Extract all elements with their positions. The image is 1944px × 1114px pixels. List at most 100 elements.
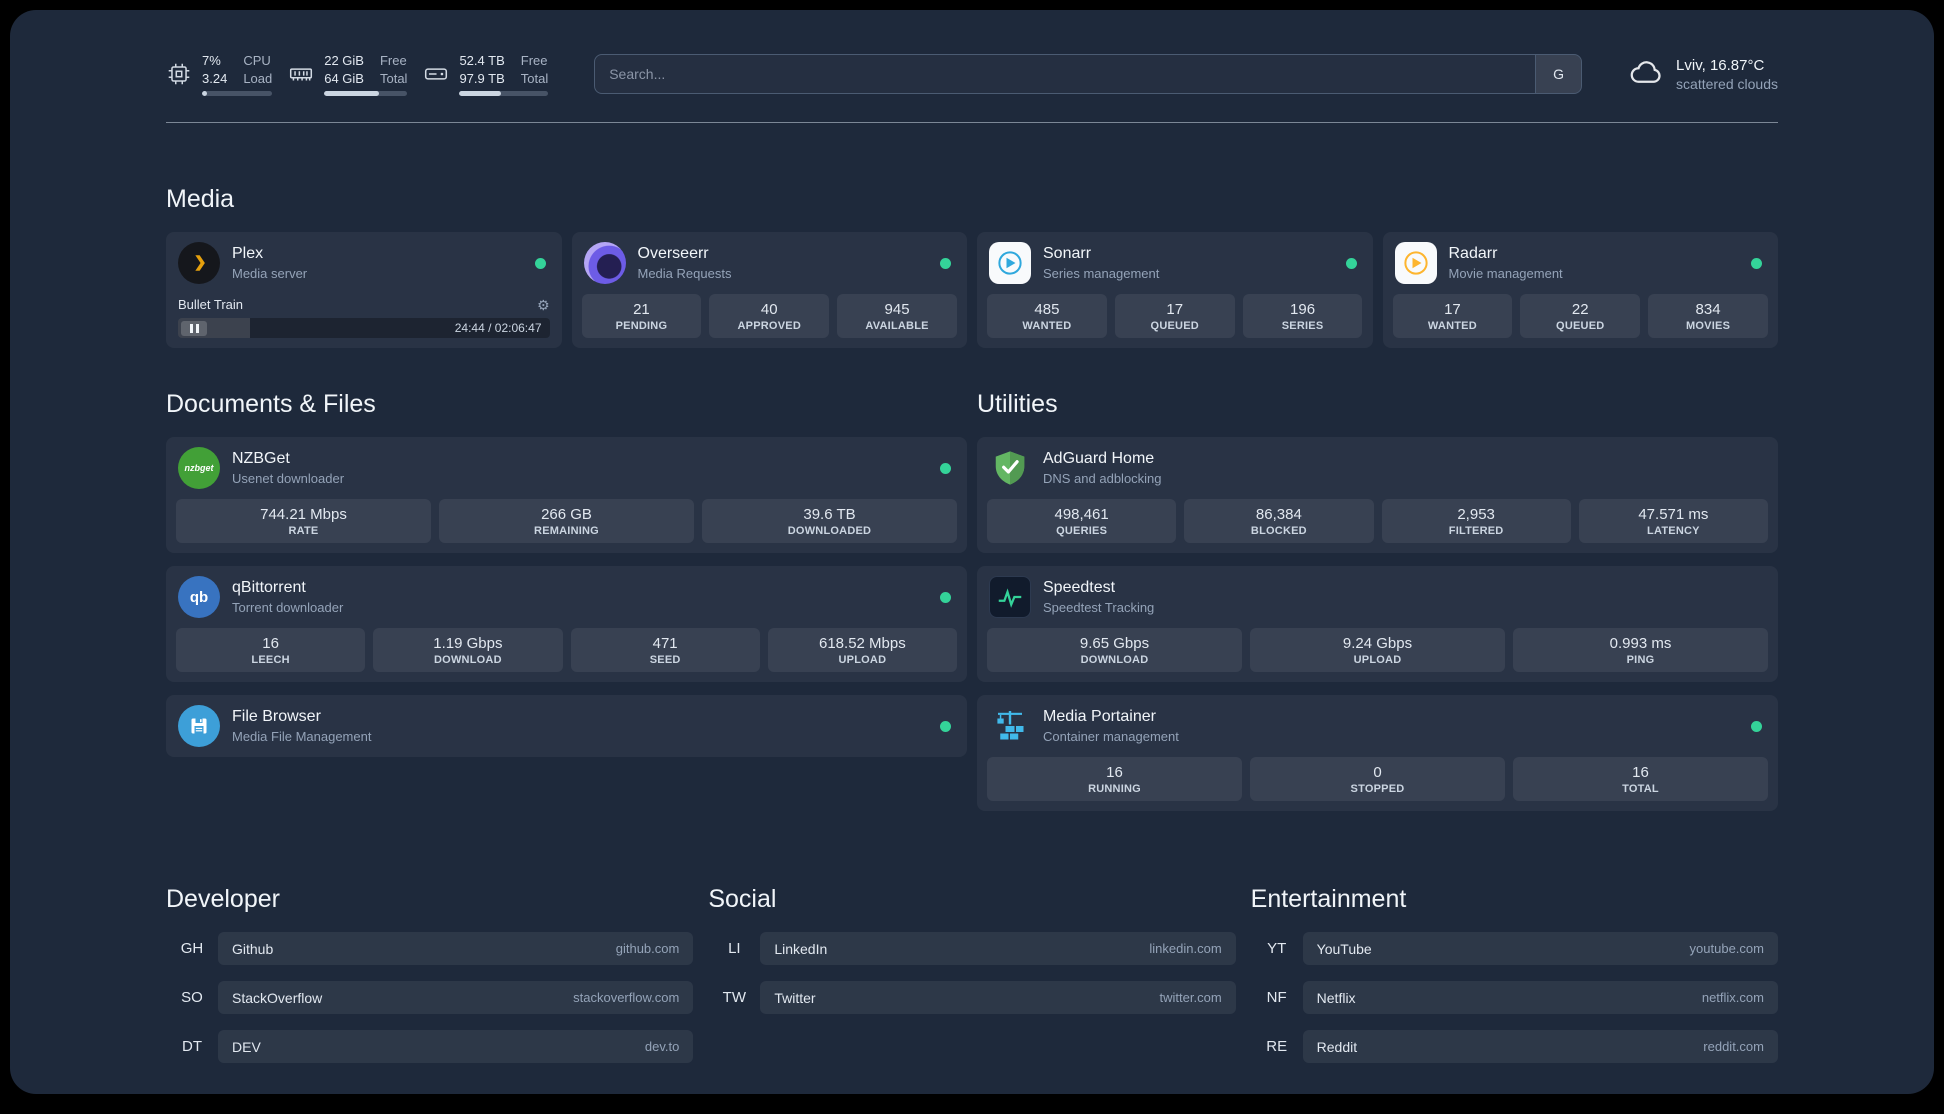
pause-button[interactable] [181,320,207,336]
stat-label: WANTED [1022,320,1072,333]
stat-pending: 21 PENDING [581,294,702,339]
stat-value: 16 [1632,764,1649,782]
now-playing-title: Bullet Train [178,297,244,313]
bookmark-youtube[interactable]: YT YouTube youtube.com [1251,932,1778,966]
overseerr-subtitle: Media Requests [637,266,732,282]
portainer-link[interactable]: Media Portainer Container management [977,695,1778,757]
stat-ping: 0.993 ms PING [1513,628,1768,673]
cpu-widget: 7% 3.24 CPU Load [166,52,273,97]
bookmark-stackoverflow[interactable]: SO StackOverflow stackoverflow.com [166,981,694,1015]
cpu-load: 3.24 [202,70,228,86]
bookmark-abbr: DT [182,1038,202,1056]
search-provider-button[interactable]: G [1535,55,1582,94]
bookmark-domain: youtube.com [1689,941,1764,957]
stat-approved: 40 APPROVED [709,294,830,339]
service-card-adguard: AdGuard Home DNS and adblocking 498,461 … [977,437,1778,554]
search-input[interactable] [595,55,1536,94]
qbittorrent-title: qBittorrent [232,579,306,597]
weather-condition: scattered clouds [1676,75,1778,92]
bookmark-domain: twitter.com [1159,990,1222,1006]
stat-rate: 744.21 Mbps RATE [176,499,431,544]
bookmark-github[interactable]: GH Github github.com [166,932,694,966]
bookmark-name: StackOverflow [232,989,323,1006]
stat-value: 498,461 [1054,506,1109,524]
stat-value: 16 [1106,764,1123,782]
adguard-subtitle: DNS and adblocking [1043,471,1162,487]
stat-label: FILTERED [1448,525,1504,538]
stat-value: 471 [652,635,678,653]
cpu-progress-bar [202,91,273,97]
stat-movies: 834 MOVIES [1648,294,1768,339]
overseerr-stats: 21 PENDING 40 APPROVED 945 AVAILABLE [572,294,968,348]
adguard-link[interactable]: AdGuard Home DNS and adblocking [977,437,1778,499]
plex-link[interactable]: Plex Media server [166,232,562,294]
stat-label: UPLOAD [1353,654,1402,667]
service-card-portainer: Media Portainer Container management 16 … [977,695,1778,812]
bookmark-dev[interactable]: DT DEV dev.to [166,1030,694,1064]
stat-label: BLOCKED [1250,525,1307,538]
bookmark-domain: dev.to [644,1039,680,1055]
stat-filtered: 2,953 FILTERED [1381,499,1571,544]
cpu-icon [166,61,192,87]
stat-value: 744.21 Mbps [260,506,347,524]
disk-widget: 52.4 TB 97.9 TB Free Total [423,52,549,97]
bookmark-linkedin[interactable]: LI LinkedIn linkedin.com [708,932,1236,966]
nzbget-link[interactable]: nzbget NZBGet Usenet downloader [166,437,967,499]
developer-section-title: Developer [166,885,280,914]
stat-value: 618.52 Mbps [819,635,906,653]
weather-location: Lviv, 16.87°C [1676,56,1765,74]
stat-download: 9.65 Gbps DOWNLOAD [987,628,1242,673]
qbittorrent-icon: qb [178,576,220,619]
service-card-filebrowser: File Browser Media File Management [166,695,967,758]
bookmark-reddit[interactable]: RE Reddit reddit.com [1251,1030,1778,1064]
portainer-icon [989,705,1031,747]
radarr-subtitle: Movie management [1448,266,1563,282]
radarr-link[interactable]: Radarr Movie management [1383,232,1779,294]
stat-queued: 17 QUEUED [1114,294,1235,339]
filebrowser-title: File Browser [232,708,321,726]
cpu-usage: 7% [202,53,221,68]
disk-total: 97.9 TB [459,70,505,86]
overseerr-title: Overseerr [637,245,709,263]
status-dot [534,257,546,269]
memory-values: 22 GiB 64 GiB [324,52,364,87]
overseerr-link[interactable]: Overseerr Media Requests [572,232,968,294]
stat-value: 40 [760,301,778,319]
portainer-title: Media Portainer [1043,708,1156,726]
stat-available: 945 AVAILABLE [837,294,957,339]
stat-label: PING [1626,654,1655,667]
stat-remaining: 266 GB REMAINING [439,499,694,544]
speedtest-stats: 9.65 Gbps DOWNLOAD 9.24 Gbps UPLOAD 0.99… [977,628,1778,682]
plex-icon [178,242,220,285]
stat-value: 17 [1444,301,1461,319]
disk-labels: Free Total [521,52,548,87]
stat-label: AVAILABLE [865,320,929,333]
sonarr-link[interactable]: Sonarr Series management [977,232,1373,294]
cpu-values: 7% 3.24 [202,52,227,87]
qbittorrent-link[interactable]: qb qBittorrent Torrent downloader [166,566,967,628]
cpu-progress-fill [202,91,207,97]
stat-label: LATENCY [1647,525,1700,538]
radarr-title: Radarr [1448,245,1498,263]
speedtest-link[interactable]: Speedtest Speedtest Tracking [977,566,1778,628]
stat-value: 21 [633,301,650,319]
filebrowser-link[interactable]: File Browser Media File Management [166,695,967,757]
bookmark-domain: linkedin.com [1149,941,1222,957]
disk-progress-bar [459,91,549,97]
gear-icon[interactable]: ⚙ [537,298,550,312]
service-card-speedtest: Speedtest Speedtest Tracking 9.65 Gbps D… [977,566,1778,683]
cloud-icon [1628,54,1664,95]
status-dot [940,462,951,474]
adguard-icon [989,447,1031,489]
nzbget-title: NZBGet [232,450,290,468]
sonarr-icon [989,242,1031,285]
stat-label: RATE [288,525,319,538]
stat-upload: 618.52 Mbps UPLOAD [767,628,957,673]
stat-value: 266 GB [541,506,592,524]
bookmark-name: DEV [232,1038,261,1055]
bookmark-twitter[interactable]: TW Twitter twitter.com [708,981,1236,1015]
bookmark-netflix[interactable]: NF Netflix netflix.com [1251,981,1778,1015]
resource-widgets: 7% 3.24 CPU Load 22 GiB 64 GiB Free Tota… [166,52,549,97]
stat-label: APPROVED [737,320,801,333]
playback-progress-bar: 24:44 / 02:06:47 [178,318,550,339]
